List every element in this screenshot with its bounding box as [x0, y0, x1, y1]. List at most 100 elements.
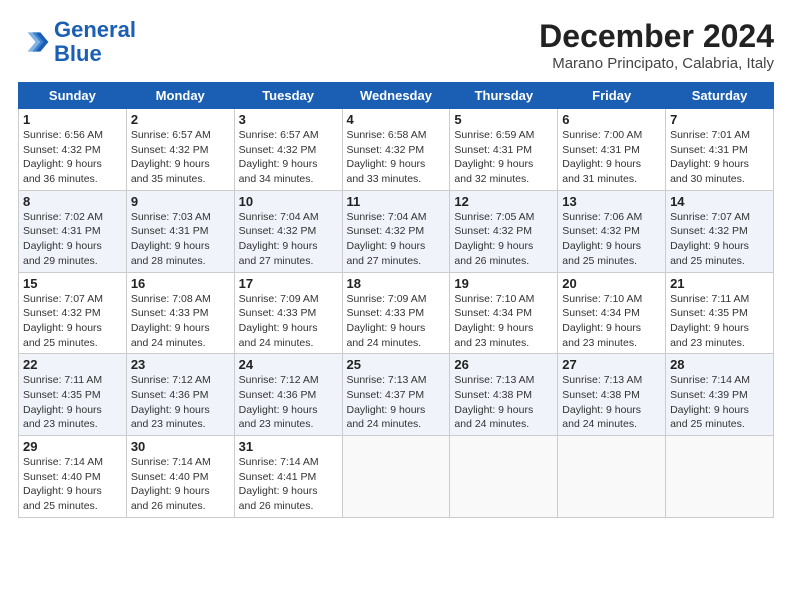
table-row: 9 Sunrise: 7:03 AMSunset: 4:31 PMDaylight…: [126, 190, 234, 272]
day-number: 10: [239, 194, 338, 209]
day-number: 6: [562, 112, 661, 127]
calendar-dow-wednesday: Wednesday: [342, 83, 450, 109]
day-number: 5: [454, 112, 553, 127]
table-row: 31 Sunrise: 7:14 AMSunset: 4:41 PMDayligh…: [234, 436, 342, 518]
day-number: 9: [131, 194, 230, 209]
calendar-week-4: 22 Sunrise: 7:11 AMSunset: 4:35 PMDayligh…: [19, 354, 774, 436]
day-number: 22: [23, 357, 122, 372]
table-row: 1 Sunrise: 6:56 AMSunset: 4:32 PMDaylight…: [19, 109, 127, 191]
table-row: 21 Sunrise: 7:11 AMSunset: 4:35 PMDayligh…: [666, 272, 774, 354]
logo-line2: Blue: [54, 41, 102, 66]
logo: General Blue: [18, 18, 136, 66]
day-info: Sunrise: 7:14 AMSunset: 4:40 PMDaylight:…: [23, 456, 103, 512]
day-info: Sunrise: 7:14 AMSunset: 4:40 PMDaylight:…: [131, 456, 211, 512]
day-info: Sunrise: 7:11 AMSunset: 4:35 PMDaylight:…: [23, 374, 102, 430]
calendar-dow-sunday: Sunday: [19, 83, 127, 109]
table-row: 20 Sunrise: 7:10 AMSunset: 4:34 PMDayligh…: [558, 272, 666, 354]
day-info: Sunrise: 7:01 AMSunset: 4:31 PMDaylight:…: [670, 129, 750, 185]
logo-icon: [18, 26, 50, 58]
day-info: Sunrise: 7:03 AMSunset: 4:31 PMDaylight:…: [131, 211, 211, 267]
day-number: 21: [670, 276, 769, 291]
month-title: December 2024: [539, 18, 774, 55]
day-info: Sunrise: 7:04 AMSunset: 4:32 PMDaylight:…: [239, 211, 319, 267]
day-info: Sunrise: 7:08 AMSunset: 4:33 PMDaylight:…: [131, 293, 211, 349]
day-info: Sunrise: 7:14 AMSunset: 4:41 PMDaylight:…: [239, 456, 319, 512]
calendar-dow-thursday: Thursday: [450, 83, 558, 109]
table-row: 8Sunrise: 7:02 AMSunset: 4:31 PMDaylight…: [19, 190, 127, 272]
day-number: 14: [670, 194, 769, 209]
title-block: December 2024 Marano Principato, Calabri…: [539, 18, 774, 72]
calendar-week-3: 15Sunrise: 7:07 AMSunset: 4:32 PMDayligh…: [19, 272, 774, 354]
table-row: 13 Sunrise: 7:06 AMSunset: 4:32 PMDayligh…: [558, 190, 666, 272]
table-row: 5 Sunrise: 6:59 AMSunset: 4:31 PMDaylight…: [450, 109, 558, 191]
logo-text: General Blue: [54, 18, 136, 66]
page: General Blue December 2024 Marano Princi…: [0, 0, 792, 528]
day-info: Sunrise: 6:57 AMSunset: 4:32 PMDaylight:…: [131, 129, 211, 185]
day-number: 13: [562, 194, 661, 209]
table-row: 7 Sunrise: 7:01 AMSunset: 4:31 PMDaylight…: [666, 109, 774, 191]
day-info: Sunrise: 7:12 AMSunset: 4:36 PMDaylight:…: [131, 374, 211, 430]
day-number: 15: [23, 276, 122, 291]
day-info: Sunrise: 7:00 AMSunset: 4:31 PMDaylight:…: [562, 129, 642, 185]
table-row: 15Sunrise: 7:07 AMSunset: 4:32 PMDayligh…: [19, 272, 127, 354]
day-info: Sunrise: 7:09 AMSunset: 4:33 PMDaylight:…: [239, 293, 319, 349]
day-number: 19: [454, 276, 553, 291]
table-row: [666, 436, 774, 518]
table-row: 30 Sunrise: 7:14 AMSunset: 4:40 PMDayligh…: [126, 436, 234, 518]
day-info: Sunrise: 6:56 AMSunset: 4:32 PMDaylight:…: [23, 129, 103, 185]
location: Marano Principato, Calabria, Italy: [539, 55, 774, 72]
day-number: 8: [23, 194, 122, 209]
day-number: 7: [670, 112, 769, 127]
day-number: 11: [347, 194, 446, 209]
table-row: 16 Sunrise: 7:08 AMSunset: 4:33 PMDayligh…: [126, 272, 234, 354]
day-info: Sunrise: 7:14 AMSunset: 4:39 PMDaylight:…: [670, 374, 750, 430]
table-row: 23 Sunrise: 7:12 AMSunset: 4:36 PMDayligh…: [126, 354, 234, 436]
day-number: 30: [131, 439, 230, 454]
day-info: Sunrise: 7:04 AMSunset: 4:32 PMDaylight:…: [347, 211, 427, 267]
table-row: [558, 436, 666, 518]
day-number: 20: [562, 276, 661, 291]
calendar-dow-saturday: Saturday: [666, 83, 774, 109]
day-number: 16: [131, 276, 230, 291]
day-info: Sunrise: 7:13 AMSunset: 4:37 PMDaylight:…: [347, 374, 427, 430]
table-row: 18Sunrise: 7:09 AMSunset: 4:33 PMDayligh…: [342, 272, 450, 354]
day-number: 28: [670, 357, 769, 372]
day-info: Sunrise: 7:10 AMSunset: 4:34 PMDaylight:…: [454, 293, 534, 349]
day-info: Sunrise: 6:59 AMSunset: 4:31 PMDaylight:…: [454, 129, 534, 185]
table-row: 11 Sunrise: 7:04 AMSunset: 4:32 PMDayligh…: [342, 190, 450, 272]
day-number: 12: [454, 194, 553, 209]
table-row: 25 Sunrise: 7:13 AMSunset: 4:37 PMDayligh…: [342, 354, 450, 436]
day-info: Sunrise: 6:58 AMSunset: 4:32 PMDaylight:…: [347, 129, 427, 185]
day-info: Sunrise: 7:13 AMSunset: 4:38 PMDaylight:…: [454, 374, 534, 430]
day-info: Sunrise: 7:06 AMSunset: 4:32 PMDaylight:…: [562, 211, 642, 267]
day-number: 2: [131, 112, 230, 127]
day-info: Sunrise: 7:11 AMSunset: 4:35 PMDaylight:…: [670, 293, 749, 349]
day-number: 4: [347, 112, 446, 127]
day-info: Sunrise: 7:05 AMSunset: 4:32 PMDaylight:…: [454, 211, 534, 267]
day-number: 31: [239, 439, 338, 454]
table-row: 28 Sunrise: 7:14 AMSunset: 4:39 PMDayligh…: [666, 354, 774, 436]
header: General Blue December 2024 Marano Princi…: [18, 18, 774, 72]
day-number: 29: [23, 439, 122, 454]
day-info: Sunrise: 7:07 AMSunset: 4:32 PMDaylight:…: [670, 211, 750, 267]
table-row: 22 Sunrise: 7:11 AMSunset: 4:35 PMDayligh…: [19, 354, 127, 436]
day-info: Sunrise: 7:13 AMSunset: 4:38 PMDaylight:…: [562, 374, 642, 430]
table-row: 27Sunrise: 7:13 AMSunset: 4:38 PMDayligh…: [558, 354, 666, 436]
table-row: [450, 436, 558, 518]
day-info: Sunrise: 7:10 AMSunset: 4:34 PMDaylight:…: [562, 293, 642, 349]
day-number: 23: [131, 357, 230, 372]
calendar-week-5: 29 Sunrise: 7:14 AMSunset: 4:40 PMDayligh…: [19, 436, 774, 518]
calendar: SundayMondayTuesdayWednesdayThursdayFrid…: [18, 82, 774, 518]
day-info: Sunrise: 6:57 AMSunset: 4:32 PMDaylight:…: [239, 129, 319, 185]
table-row: 19 Sunrise: 7:10 AMSunset: 4:34 PMDayligh…: [450, 272, 558, 354]
day-number: 25: [347, 357, 446, 372]
calendar-dow-tuesday: Tuesday: [234, 83, 342, 109]
table-row: 2 Sunrise: 6:57 AMSunset: 4:32 PMDaylight…: [126, 109, 234, 191]
table-row: 3Sunrise: 6:57 AMSunset: 4:32 PMDaylight…: [234, 109, 342, 191]
calendar-week-1: 1 Sunrise: 6:56 AMSunset: 4:32 PMDaylight…: [19, 109, 774, 191]
logo-line1: General: [54, 17, 136, 42]
day-number: 26: [454, 357, 553, 372]
calendar-dow-monday: Monday: [126, 83, 234, 109]
day-number: 1: [23, 112, 122, 127]
day-info: Sunrise: 7:09 AMSunset: 4:33 PMDaylight:…: [347, 293, 427, 349]
